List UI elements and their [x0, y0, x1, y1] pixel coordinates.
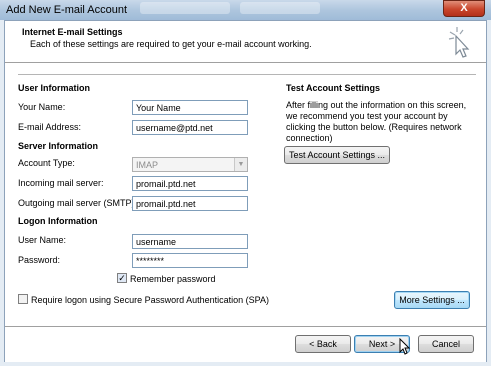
username-input[interactable]: username	[132, 234, 248, 249]
more-settings-button[interactable]: More Settings ...	[394, 291, 470, 309]
divider	[18, 74, 476, 75]
back-button[interactable]: < Back	[295, 335, 351, 353]
your-name-input[interactable]: Your Name	[132, 100, 248, 115]
spa-checkbox[interactable]	[18, 294, 28, 304]
close-button[interactable]: X	[443, 0, 485, 17]
spa-label[interactable]: Require logon using Secure Password Auth…	[31, 295, 269, 305]
email-input[interactable]: username@ptd.net	[132, 120, 248, 135]
test-account-settings-button[interactable]: Test Account Settings ...	[284, 146, 390, 164]
header-title: Internet E-mail Settings	[22, 27, 123, 37]
chevron-down-icon: ▼	[234, 158, 247, 171]
logon-info-title: Logon Information	[18, 216, 98, 226]
title-bar[interactable]: Add New E-mail Account X	[0, 0, 491, 20]
background-toolbar-ghost	[140, 2, 230, 14]
username-label: User Name:	[18, 235, 67, 245]
outgoing-server-input[interactable]: promail.ptd.net	[132, 196, 248, 211]
remember-password-checkbox[interactable]: ✓	[117, 273, 127, 283]
mouse-pointer-icon	[399, 338, 411, 355]
outgoing-server-label: Outgoing mail server (SMTP):	[18, 198, 138, 208]
password-label: Password:	[18, 255, 61, 265]
remember-password-label[interactable]: Remember password	[130, 274, 216, 284]
test-settings-description: After filling out the information on thi…	[286, 100, 467, 143]
account-type-label: Account Type:	[18, 158, 75, 168]
header-subtitle: Each of these settings are required to g…	[30, 39, 312, 49]
your-name-label: Your Name:	[18, 102, 66, 112]
account-type-value: IMAP	[136, 160, 159, 170]
window-title: Add New E-mail Account	[6, 4, 128, 16]
server-info-title: Server Information	[18, 141, 99, 151]
email-label: E-mail Address:	[18, 122, 82, 132]
background-toolbar-ghost	[240, 2, 320, 14]
wizard-cursor-icon	[448, 27, 470, 58]
cancel-button[interactable]: Cancel	[418, 335, 474, 353]
incoming-server-input[interactable]: promail.ptd.net	[132, 176, 248, 191]
test-settings-title: Test Account Settings	[286, 83, 381, 93]
password-input[interactable]: ********	[132, 253, 248, 268]
incoming-server-label: Incoming mail server:	[18, 178, 104, 188]
dialog-header: Internet E-mail Settings Each of these s…	[5, 21, 486, 63]
user-info-title: User Information	[18, 83, 91, 93]
button-bar	[5, 326, 486, 362]
account-type-select: IMAP ▼	[132, 157, 248, 172]
